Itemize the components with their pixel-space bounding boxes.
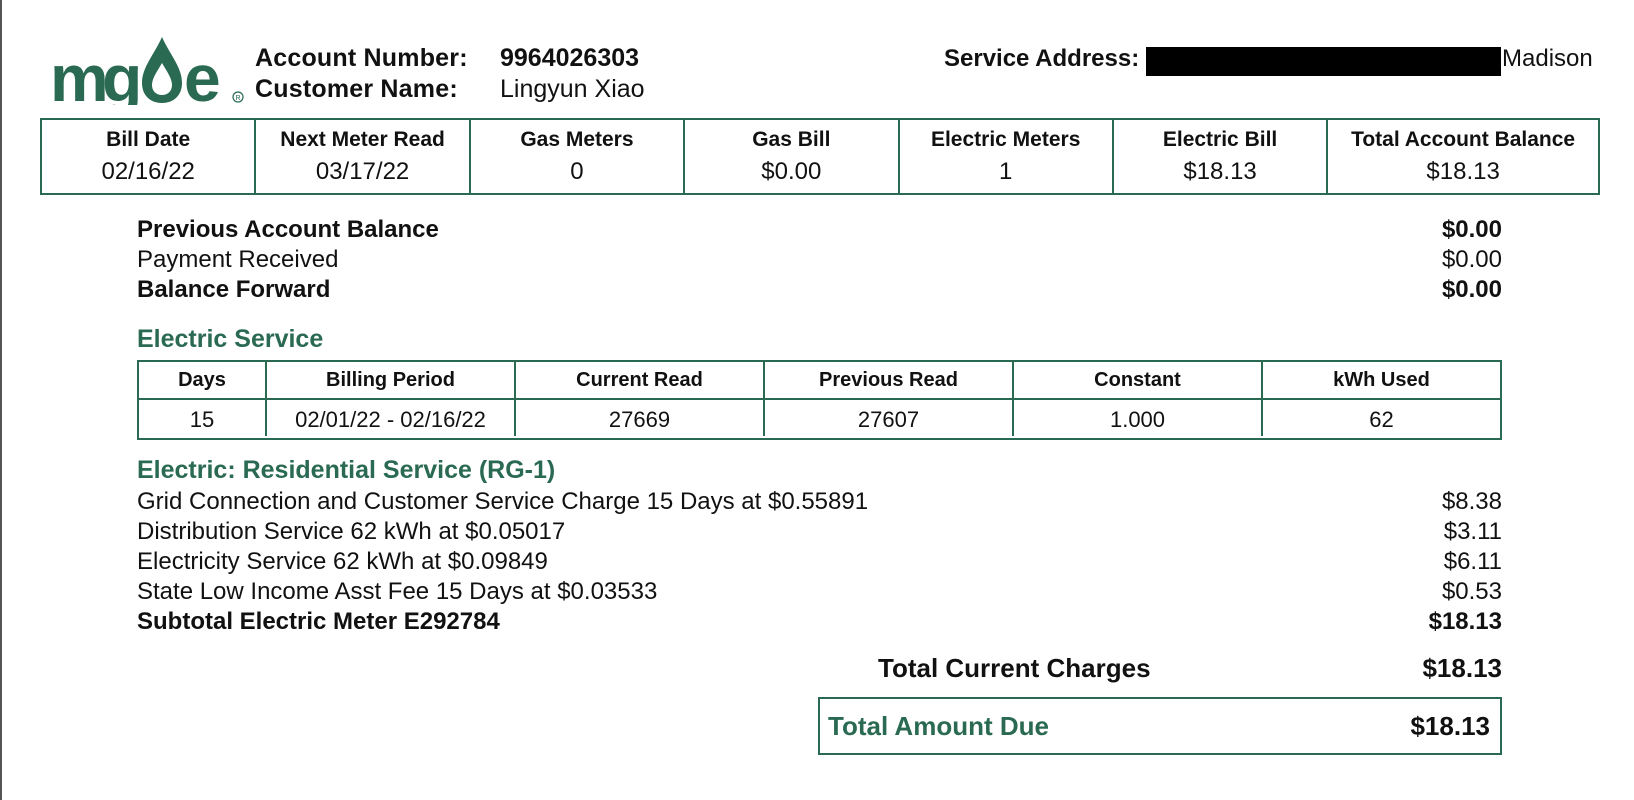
summary-value: $0.00: [761, 158, 822, 185]
previous-balance-label: Previous Account Balance: [137, 216, 439, 243]
charge-label: State Low Income Asst Fee 15 Days at $0.…: [137, 578, 658, 605]
summary-label: Electric Meters: [930, 128, 1081, 151]
table-cell: 15: [189, 407, 215, 432]
total-current-charges-row: Total Current Charges $18.13: [878, 653, 1502, 684]
column-header: Billing Period: [265, 362, 514, 398]
balance-forward-value: $0.00: [1441, 276, 1502, 303]
charge-value: $0.53: [1441, 578, 1502, 605]
column-header: Days: [178, 369, 226, 391]
charge-label: Electricity Service 62 kWh at $0.09849: [137, 548, 548, 575]
balance-forward-row: Balance Forward $0.00: [137, 276, 1502, 304]
table-cell: 02/01/22 - 02/16/22: [265, 400, 514, 436]
service-address-city: Madison: [1502, 45, 1593, 72]
previous-balance-value: $0.00: [1441, 216, 1502, 243]
table-row: 15 02/01/22 - 02/16/22 27669 27607 1.000…: [139, 400, 1500, 436]
summary-bill-date: Bill Date 02/16/22: [42, 120, 254, 193]
charge-value: $3.11: [1443, 518, 1502, 545]
service-address-label: Service Address:: [944, 45, 1140, 72]
summary-next-meter-read: Next Meter Read 03/17/22: [254, 120, 468, 193]
residential-service-title: Electric: Residential Service (RG-1): [137, 456, 556, 484]
summary-label: Total Account Balance: [1351, 128, 1576, 151]
account-number: 9964026303: [500, 44, 640, 72]
charge-line: Distribution Service 62 kWh at $0.05017 …: [137, 518, 1502, 546]
table-cell: 27669: [514, 400, 763, 436]
charge-label: Distribution Service 62 kWh at $0.05017: [137, 518, 566, 545]
table-cell: 1.000: [1012, 400, 1261, 436]
column-header: kWh Used: [1261, 362, 1500, 398]
charge-line: Grid Connection and Customer Service Cha…: [137, 488, 1502, 516]
total-current-charges-label: Total Current Charges: [878, 653, 1151, 683]
table-cell: 27607: [763, 400, 1012, 436]
summary-label: Bill Date: [106, 128, 191, 151]
subtotal-label: Subtotal Electric Meter E292784: [137, 608, 500, 635]
summary-value: $18.13: [1426, 158, 1500, 185]
bill-summary-table: Bill Date 02/16/22 Next Meter Read 03/17…: [40, 118, 1600, 195]
table-cell: 62: [1261, 400, 1500, 436]
summary-value: 02/16/22: [101, 158, 195, 185]
redacted-address: [1146, 47, 1501, 76]
electric-service-table: Days Billing Period Current Read Previou…: [137, 360, 1502, 440]
payment-received-row: Payment Received $0.00: [137, 246, 1502, 274]
summary-value: 1: [999, 158, 1013, 185]
summary-label: Gas Bill: [752, 128, 831, 151]
svg-text:e: e: [184, 41, 221, 105]
summary-value: 0: [570, 158, 584, 185]
total-current-charges-value: $18.13: [1422, 653, 1502, 683]
column-header: Current Read: [514, 362, 763, 398]
summary-electric-meters: Electric Meters 1: [897, 120, 1112, 193]
electric-service-title: Electric Service: [137, 325, 324, 353]
payment-received-value: $0.00: [1441, 246, 1502, 273]
summary-value: $18.13: [1183, 158, 1257, 185]
column-header: Previous Read: [763, 362, 1012, 398]
summary-label: Gas Meters: [520, 128, 634, 151]
summary-gas-bill: Gas Bill $0.00: [683, 120, 897, 193]
charge-line: Electricity Service 62 kWh at $0.09849 $…: [137, 548, 1502, 576]
charge-value: $8.38: [1441, 488, 1502, 515]
subtotal-value: $18.13: [1428, 608, 1502, 635]
svg-text:m: m: [50, 41, 107, 105]
charge-value: $6.11: [1443, 548, 1502, 575]
total-amount-due-box: Total Amount Due $18.13: [818, 697, 1502, 755]
account-number-label: Account Number:: [255, 44, 468, 72]
summary-label: Electric Bill: [1162, 128, 1278, 151]
page-left-border: [0, 0, 2, 800]
summary-electric-bill: Electric Bill $18.13: [1111, 120, 1326, 193]
summary-label: Next Meter Read: [280, 128, 445, 151]
total-amount-due-value: $18.13: [1410, 710, 1490, 741]
subtotal-row: Subtotal Electric Meter E292784 $18.13: [137, 608, 1502, 636]
svg-text:R: R: [236, 95, 241, 102]
summary-gas-meters: Gas Meters 0: [468, 120, 683, 193]
summary-value: 03/17/22: [315, 158, 410, 185]
customer-name: Lingyun Xiao: [500, 75, 645, 103]
balance-forward-label: Balance Forward: [137, 276, 331, 303]
charge-label: Grid Connection and Customer Service Cha…: [137, 488, 869, 515]
svg-text:g: g: [102, 41, 142, 105]
table-header-row: Days Billing Period Current Read Previou…: [139, 362, 1500, 400]
summary-total-account-balance: Total Account Balance $18.13: [1326, 120, 1598, 193]
charge-line: State Low Income Asst Fee 15 Days at $0.…: [137, 578, 1502, 606]
customer-name-label: Customer Name:: [255, 75, 458, 103]
column-header: Constant: [1012, 362, 1261, 398]
mge-logo: m g e R: [50, 37, 244, 105]
previous-balance-row: Previous Account Balance $0.00: [137, 216, 1502, 244]
payment-received-label: Payment Received: [137, 246, 339, 273]
total-amount-due-label: Total Amount Due: [828, 710, 1049, 741]
